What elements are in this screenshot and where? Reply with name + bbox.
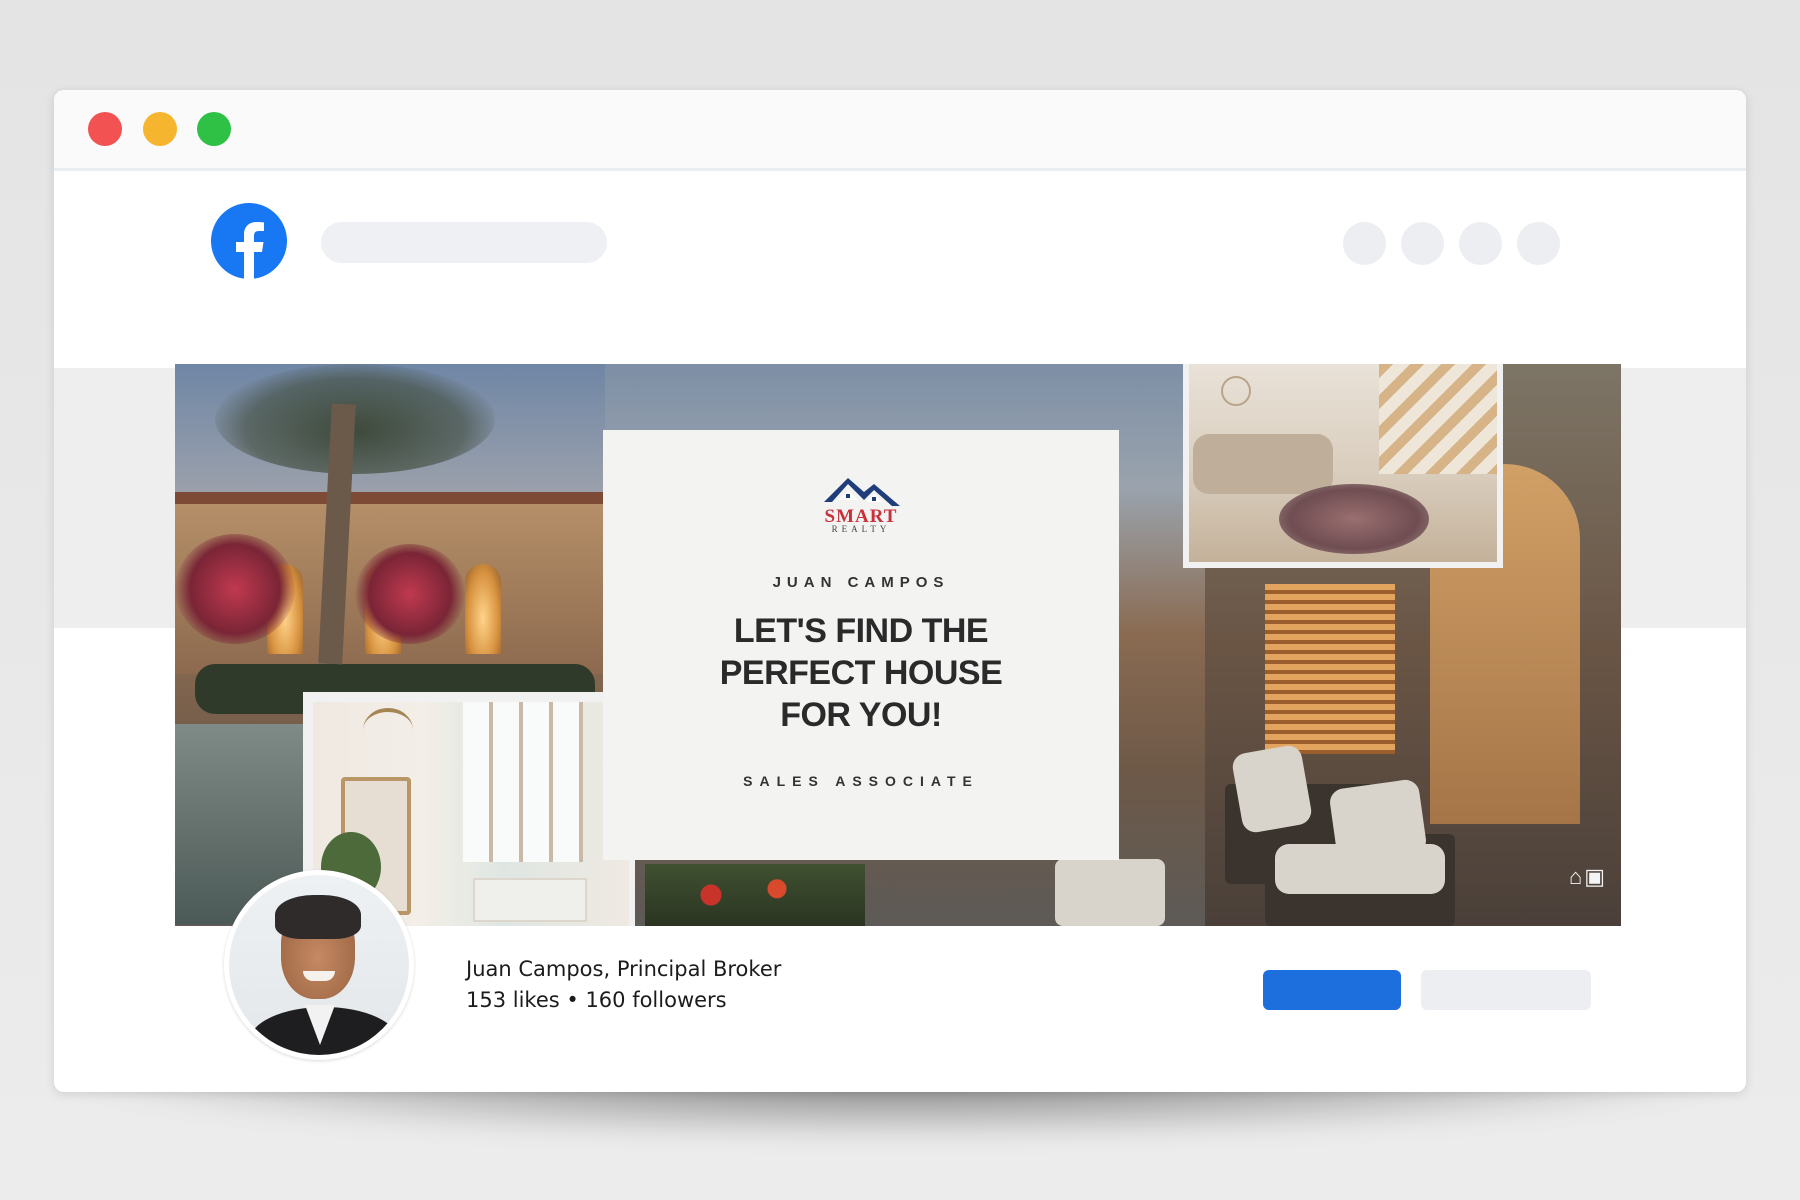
clock-icon — [1221, 376, 1251, 406]
radiator — [473, 878, 587, 922]
cover-terrace-door — [1265, 584, 1395, 754]
headline-line: LET'S FIND THE — [733, 612, 989, 650]
room-window — [463, 702, 583, 862]
cover-headline: LET'S FIND THE PERFECT HOUSE FOR YOU! — [603, 610, 1119, 736]
cover-chair-cushion — [1055, 859, 1165, 926]
close-window-button[interactable] — [88, 112, 122, 146]
avatar-hair — [275, 895, 361, 939]
equal-housing-realtor-icon: ⌂▣ — [1569, 864, 1608, 889]
cover-flowers — [175, 534, 295, 644]
profile-name[interactable]: Juan Campos, Principal Broker — [466, 957, 781, 981]
headline-line: FOR YOU! — [780, 696, 942, 734]
cover-agent-role: SALES ASSOCIATE — [743, 773, 979, 789]
headline-line: PERFECT HOUSE — [719, 654, 1003, 692]
profile-stats[interactable]: 153 likes • 160 followers — [466, 988, 727, 1012]
maximize-window-button[interactable] — [197, 112, 231, 146]
living-room-photo — [1183, 364, 1503, 568]
cover-flowers — [355, 544, 465, 644]
nav-icon-1[interactable] — [1343, 222, 1386, 265]
profile-avatar[interactable] — [224, 870, 414, 1060]
minimize-window-button[interactable] — [143, 112, 177, 146]
nav-icon-4[interactable] — [1517, 222, 1560, 265]
facebook-logo-icon[interactable] — [210, 202, 288, 280]
smart-realty-logo: SMART REALTY — [603, 470, 1119, 536]
logo-subtext: REALTY — [831, 524, 891, 534]
cover-villa-window — [465, 564, 501, 654]
title-bar — [54, 90, 1746, 171]
cover-text-card: SMART REALTY JUAN CAMPOS LET'S FIND THE … — [603, 430, 1119, 860]
cover-chair-cushion — [1328, 778, 1428, 865]
cover-chair-cushion — [1230, 743, 1314, 835]
primary-action-button[interactable] — [1263, 970, 1401, 1010]
nav-icon-3[interactable] — [1459, 222, 1502, 265]
wall-decor — [363, 708, 413, 752]
avatar-smile — [303, 971, 335, 981]
staircase — [1379, 364, 1497, 474]
sofa — [1193, 434, 1333, 494]
nav-icon-2[interactable] — [1401, 222, 1444, 265]
rug — [1279, 484, 1429, 554]
browser-window: ⌂▣ SMART REALTY JUAN CAMPOS LET'S FIND T… — [54, 90, 1746, 1092]
cover-agent-name: JUAN CAMPOS — [772, 574, 950, 591]
search-bar-placeholder[interactable] — [321, 222, 607, 263]
secondary-action-button[interactable] — [1421, 970, 1591, 1010]
cover-photo[interactable]: ⌂▣ SMART REALTY JUAN CAMPOS LET'S FIND T… — [175, 364, 1621, 926]
cover-planter — [645, 864, 865, 926]
